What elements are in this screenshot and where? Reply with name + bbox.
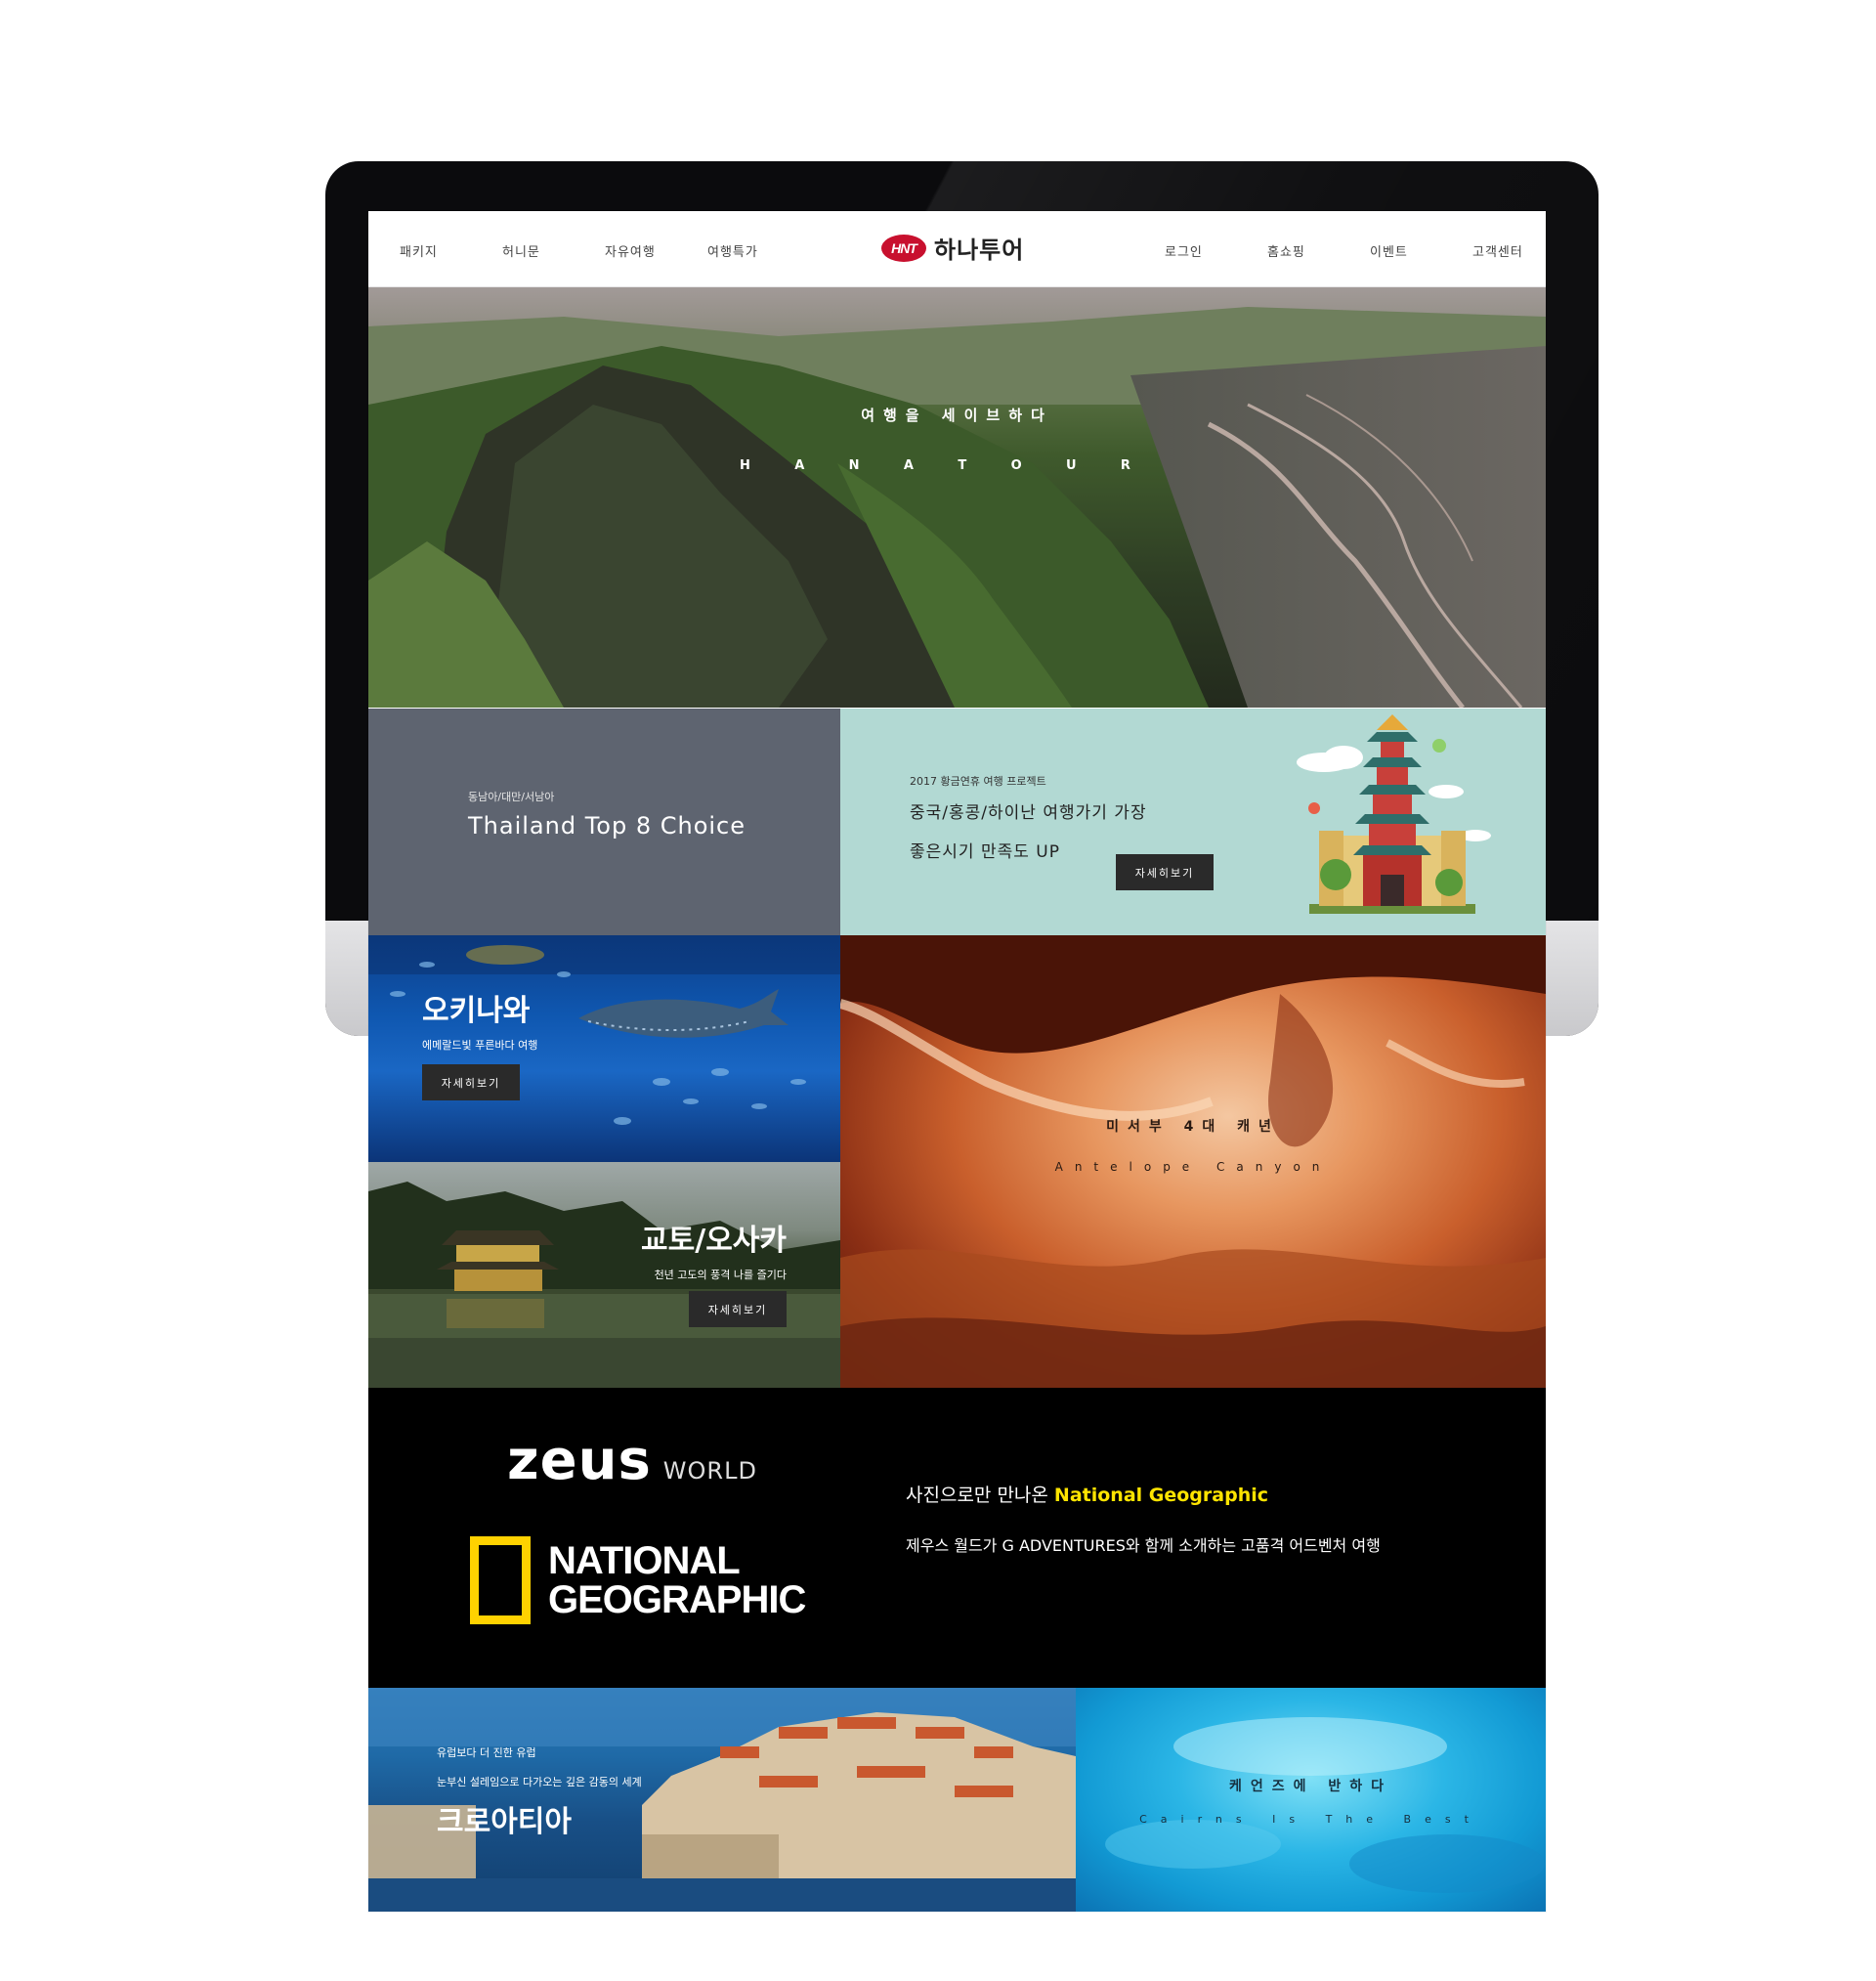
hero-landscape-image — [368, 287, 1546, 708]
promo-china-headline-2: 좋은시기 만족도 UP — [910, 842, 1060, 862]
kyoto-details-button[interactable]: 자세히보기 — [689, 1291, 787, 1327]
ng-wordmark-line-2: GEOGRAPHIC — [548, 1578, 806, 1621]
natgeo-headline: 사진으로만 만나온 National Geographic — [906, 1481, 1268, 1507]
site-header: 패키지 허니문 자유여행 여행특가 HNT 하나투어 로그인 홈쇼핑 이벤트 고… — [368, 211, 1546, 287]
logo-badge: HNT — [881, 234, 926, 262]
hero-letter: N — [848, 458, 860, 473]
okinawa-details-button[interactable]: 자세히보기 — [422, 1064, 520, 1100]
croatia-kicker: 유럽보다 더 진한 유럽 — [437, 1746, 536, 1759]
promo-china: 2017 황금연휴 여행 프로젝트 중국/홍콩/하이난 여행가기 가장 좋은시기… — [840, 709, 1546, 935]
natgeo-headline-prefix: 사진으로만 만나온 — [906, 1485, 1054, 1506]
website-page: 패키지 허니문 자유여행 여행특가 HNT 하나투어 로그인 홈쇼핑 이벤트 고… — [368, 211, 1546, 1912]
hero-letter: T — [958, 458, 967, 473]
tile-okinawa[interactable]: 오키나와 에메랄드빛 푸른바다 여행 자세히보기 — [368, 935, 840, 1162]
cairns-title: 케언즈에 반하다 — [1228, 1779, 1393, 1794]
zeus-world-logo: zeus WORLD — [507, 1429, 757, 1492]
hero-letter: A — [903, 458, 914, 473]
promo-thailand-title: Thailand Top 8 Choice — [468, 812, 746, 840]
nav-item-events[interactable]: 이벤트 — [1370, 241, 1472, 260]
promo-thailand-kicker: 동남아/대만/서남아 — [468, 791, 555, 803]
promo-china-details-button[interactable]: 자세히보기 — [1116, 854, 1214, 890]
nav-item-special-deals[interactable]: 여행특가 — [707, 241, 810, 260]
natgeo-headline-highlight: National Geographic — [1053, 1485, 1268, 1506]
nav-item-customer-center[interactable]: 고객센터 — [1472, 241, 1546, 260]
pagoda-illustration — [1297, 714, 1491, 914]
okinawa-title: 오키나와 — [422, 994, 531, 1028]
reef-water-image — [1105, 1717, 1545, 1893]
promo-china-headline-1: 중국/홍콩/하이난 여행가기 가장 — [910, 803, 1147, 823]
hero-banner[interactable]: 여행을 세이브하다 H A N A T O U R — [368, 287, 1546, 708]
nav-item-login[interactable]: 로그인 — [1165, 241, 1267, 260]
ng-wordmark-line-1: NATIONAL — [548, 1539, 741, 1582]
nav-item-package[interactable]: 패키지 — [400, 241, 502, 260]
hero-letter: R — [1120, 458, 1130, 473]
cairns-subtitle: Cairns Is The Best — [1139, 1813, 1482, 1826]
nav-right: 로그인 홈쇼핑 이벤트 고객센터 — [1165, 241, 1546, 260]
national-geographic-logo: NATIONAL GEOGRAPHIC — [470, 1536, 806, 1624]
canyon-subtitle: Antelope Canyon — [1054, 1160, 1332, 1174]
hero-title: 여행을 세이브하다 — [861, 407, 1053, 424]
croatia-title: 크로아티아 — [437, 1805, 572, 1839]
tile-kyoto-osaka[interactable]: 교토/오사카 천년 고도의 풍격 나를 즐기다 자세히보기 — [368, 1162, 840, 1388]
zeus-wordmark: zeus — [507, 1429, 652, 1492]
hero-letter: O — [1010, 458, 1022, 473]
promo-china-kicker: 2017 황금연휴 여행 프로젝트 — [910, 775, 1046, 788]
hero-letter: A — [794, 458, 805, 473]
logo-text: 하나투어 — [934, 237, 1025, 264]
kyoto-subtitle: 천년 고도의 풍격 나를 즐기다 — [654, 1269, 787, 1281]
tile-cairns[interactable]: 케언즈에 반하다 Cairns Is The Best — [1076, 1688, 1546, 1912]
nav-item-home-shopping[interactable]: 홈쇼핑 — [1267, 241, 1370, 260]
hero-letter: U — [1066, 458, 1077, 473]
nav-item-honeymoon[interactable]: 허니문 — [502, 241, 605, 260]
promo-thailand[interactable]: 동남아/대만/서남아 Thailand Top 8 Choice — [368, 709, 840, 935]
hero-brand-letters: H A N A T O U R — [740, 458, 1130, 473]
ng-wordmark: NATIONAL GEOGRAPHIC — [548, 1539, 806, 1621]
nav-left: 패키지 허니문 자유여행 여행특가 — [400, 241, 810, 260]
tile-croatia[interactable]: 유럽보다 더 진한 유럽 눈부신 설레임으로 다가오는 깊은 감동의 세계 크로… — [368, 1688, 1076, 1912]
site-logo[interactable]: HNT 하나투어 — [881, 231, 1024, 265]
hero-letter: H — [740, 458, 750, 473]
okinawa-subtitle: 에메랄드빛 푸른바다 여행 — [422, 1039, 538, 1052]
national-geographic-banner[interactable]: zeus WORLD NATIONAL GEOGRAPHIC 사진으로만 만나온 … — [368, 1388, 1546, 1688]
nav-item-free-travel[interactable]: 자유여행 — [605, 241, 707, 260]
kyoto-title: 교토/오사카 — [641, 1224, 787, 1258]
natgeo-description: 제우스 월드가 G ADVENTURES와 함께 소개하는 고품격 어드벤처 여… — [906, 1536, 1381, 1555]
tile-antelope-canyon[interactable]: 미서부 4대 캐년 Antelope Canyon — [840, 935, 1546, 1388]
croatia-description: 눈부신 설레임으로 다가오는 깊은 감동의 세계 — [437, 1776, 642, 1788]
yellow-border-icon — [470, 1536, 531, 1624]
world-wordmark: WORLD — [662, 1457, 757, 1485]
screenshot-stage: 패키지 허니문 자유여행 여행특가 HNT 하나투어 로그인 홈쇼핑 이벤트 고… — [0, 0, 1876, 1981]
canyon-title: 미서부 4대 캐년 — [1106, 1119, 1280, 1135]
